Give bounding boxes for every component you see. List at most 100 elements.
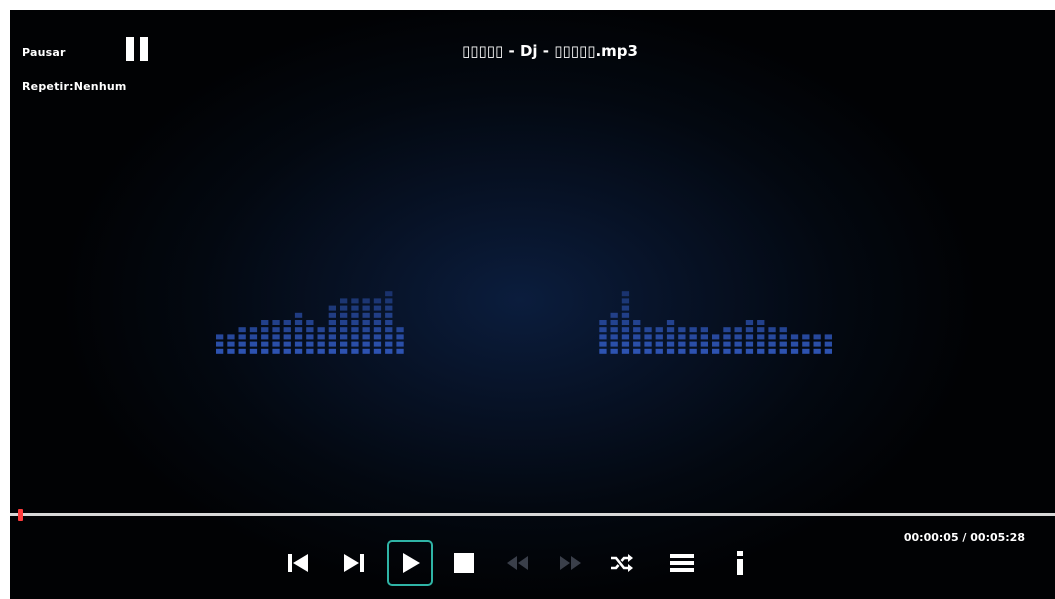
equalizer-block bbox=[678, 327, 686, 333]
repeat-status-label: Repetir:Nenhum bbox=[22, 80, 127, 93]
equalizer-block bbox=[216, 334, 224, 340]
equalizer-block bbox=[712, 348, 720, 354]
equalizer-block bbox=[678, 348, 686, 354]
playback-controls bbox=[275, 540, 775, 588]
previous-button[interactable] bbox=[275, 540, 321, 586]
equalizer-block bbox=[385, 291, 393, 297]
playlist-button[interactable] bbox=[659, 540, 705, 586]
equalizer-block bbox=[362, 348, 370, 354]
equalizer-block bbox=[610, 320, 618, 325]
equalizer-block bbox=[700, 341, 708, 347]
equalizer-block bbox=[328, 341, 336, 347]
equalizer-block bbox=[790, 348, 799, 354]
shuffle-button[interactable] bbox=[599, 540, 645, 586]
equalizer-block bbox=[745, 320, 754, 325]
info-button[interactable] bbox=[717, 540, 763, 586]
equalizer-block bbox=[373, 327, 382, 333]
equalizer-block bbox=[824, 334, 832, 340]
equalizer-block bbox=[610, 327, 618, 333]
equalizer-block bbox=[734, 334, 742, 340]
equalizer-block bbox=[351, 341, 359, 347]
fast-forward-button[interactable] bbox=[547, 540, 593, 586]
equalizer-block bbox=[306, 320, 314, 325]
equalizer-block bbox=[249, 341, 258, 347]
equalizer-block bbox=[340, 341, 348, 347]
equalizer-block bbox=[655, 341, 663, 347]
equalizer-block bbox=[813, 334, 821, 340]
skip-next-icon bbox=[344, 554, 364, 572]
equalizer-block bbox=[621, 348, 630, 354]
equalizer-block bbox=[599, 327, 607, 333]
rewind-button[interactable] bbox=[495, 540, 541, 586]
equalizer-block bbox=[644, 327, 652, 333]
seek-handle[interactable] bbox=[18, 509, 23, 521]
equalizer-block bbox=[294, 312, 303, 318]
equalizer-block bbox=[689, 348, 697, 354]
equalizer-block bbox=[351, 305, 359, 311]
equalizer-block bbox=[802, 348, 810, 354]
equalizer-block bbox=[779, 334, 787, 340]
equalizer-block bbox=[678, 341, 686, 347]
equalizer-block bbox=[790, 334, 799, 340]
next-button[interactable] bbox=[331, 540, 377, 586]
equalizer-block bbox=[238, 348, 246, 354]
play-button[interactable] bbox=[387, 540, 433, 586]
equalizer-block bbox=[633, 348, 641, 354]
equalizer-block bbox=[700, 334, 708, 340]
equalizer-block bbox=[249, 327, 258, 333]
equalizer-block bbox=[644, 334, 652, 340]
equalizer-block bbox=[294, 320, 303, 325]
shuffle-icon bbox=[611, 554, 633, 572]
equalizer-block bbox=[385, 327, 393, 333]
equalizer-block bbox=[294, 334, 303, 340]
equalizer-block bbox=[317, 348, 325, 354]
equalizer-block bbox=[633, 341, 641, 347]
equalizer-block bbox=[655, 327, 663, 333]
equalizer-block bbox=[362, 298, 370, 304]
equalizer-block bbox=[362, 305, 370, 311]
equalizer-block bbox=[317, 334, 325, 340]
equalizer-block bbox=[689, 327, 697, 333]
equalizer-block bbox=[396, 348, 404, 354]
equalizer-block bbox=[238, 341, 246, 347]
equalizer-block bbox=[351, 348, 359, 354]
equalizer-block bbox=[824, 348, 832, 354]
equalizer-block bbox=[757, 334, 765, 340]
equalizer-block bbox=[633, 334, 641, 340]
equalizer-block bbox=[294, 348, 303, 354]
equalizer-block bbox=[340, 320, 348, 325]
equalizer-block bbox=[802, 341, 810, 347]
equalizer-block bbox=[723, 348, 731, 354]
seek-bar[interactable] bbox=[10, 513, 1055, 516]
equalizer-block bbox=[610, 348, 618, 354]
equalizer-block bbox=[396, 327, 404, 333]
track-title: ▯▯▯▯▯ - Dj - ▯▯▯▯▯.mp3 bbox=[462, 42, 638, 60]
equalizer-block bbox=[227, 334, 235, 340]
equalizer-block bbox=[723, 334, 731, 340]
equalizer-block bbox=[340, 327, 348, 333]
equalizer-block bbox=[294, 327, 303, 333]
equalizer-block bbox=[757, 348, 765, 354]
stop-button[interactable] bbox=[441, 540, 487, 586]
equalizer-block bbox=[385, 312, 393, 318]
equalizer-block bbox=[599, 348, 607, 354]
equalizer-block bbox=[216, 348, 224, 354]
equalizer-block bbox=[700, 327, 708, 333]
equalizer-block bbox=[362, 334, 370, 340]
equalizer-block bbox=[621, 291, 630, 297]
equalizer-block bbox=[813, 341, 821, 347]
equalizer-block bbox=[328, 348, 336, 354]
equalizer-block bbox=[644, 348, 652, 354]
equalizer-block bbox=[261, 327, 269, 333]
equalizer-block bbox=[272, 348, 280, 354]
player-screen: Pausar Repetir:Nenhum ▯▯▯▯▯ - Dj - ▯▯▯▯▯… bbox=[10, 10, 1055, 599]
equalizer-block bbox=[734, 327, 742, 333]
pause-icon[interactable] bbox=[126, 37, 150, 61]
equalizer-block bbox=[745, 327, 754, 333]
equalizer-block bbox=[734, 348, 742, 354]
equalizer-block bbox=[306, 334, 314, 340]
skip-previous-icon bbox=[288, 554, 308, 572]
equalizer-block bbox=[824, 341, 832, 347]
equalizer-block bbox=[757, 327, 765, 333]
equalizer-block bbox=[396, 334, 404, 340]
